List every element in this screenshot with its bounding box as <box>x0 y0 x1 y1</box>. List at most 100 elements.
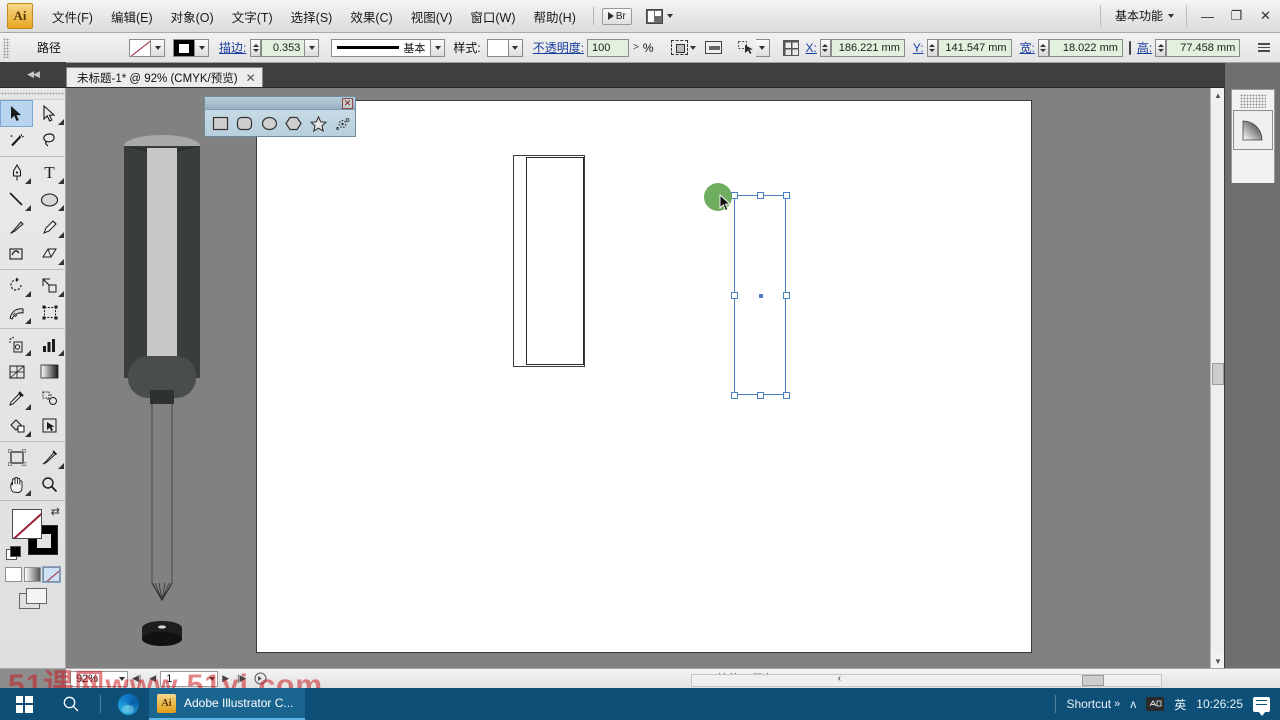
fill-swatch[interactable] <box>12 509 42 539</box>
fill-dropdown[interactable] <box>151 38 165 57</box>
hscrollbar-thumb[interactable] <box>1082 674 1105 686</box>
opacity-label[interactable]: 不透明度: <box>533 39 584 56</box>
opacity-input[interactable]: 100 <box>587 38 630 57</box>
x-input[interactable]: 186.221 mm <box>830 38 905 57</box>
artboard-nav-prev[interactable]: ◀ <box>145 673 160 684</box>
ellipse-tool[interactable] <box>33 186 66 213</box>
pencil-tool[interactable] <box>33 213 66 240</box>
direct-selection-tool[interactable] <box>33 100 66 127</box>
close-icon[interactable]: ✕ <box>342 97 353 109</box>
width-input[interactable]: 18.022 mm <box>1048 38 1123 57</box>
toolbox-collapse-button[interactable]: ◀◀ <box>0 62 66 87</box>
opacity-slider-arrow[interactable]: > <box>633 42 639 53</box>
artboard[interactable] <box>256 100 1032 653</box>
height-stepper[interactable] <box>1155 38 1167 57</box>
menu-type[interactable]: 文字(T) <box>223 3 282 30</box>
y-stepper[interactable] <box>926 38 938 57</box>
hand-tool[interactable] <box>0 471 33 498</box>
menu-effect[interactable]: 效果(C) <box>341 3 401 30</box>
close-button[interactable]: ✕ <box>1251 5 1280 27</box>
document-tab[interactable]: 未标题-1* @ 92% (CMYK/预览) ✕ <box>66 67 263 87</box>
close-icon[interactable]: ✕ <box>246 71 256 85</box>
free-transform-tool[interactable] <box>33 299 66 326</box>
y-input[interactable]: 141.547 mm <box>937 38 1012 57</box>
canvas-horizontal-scrollbar[interactable] <box>691 673 1162 687</box>
rectangle-front[interactable] <box>526 157 584 365</box>
eyedropper-tool[interactable] <box>0 385 33 412</box>
go-to-bridge-button[interactable]: Br <box>601 7 632 25</box>
stroke-weight-label[interactable]: 描边: <box>219 39 246 56</box>
blend-tool[interactable] <box>33 385 66 412</box>
height-input[interactable]: 77.458 mm <box>1166 38 1241 57</box>
column-graph-tool[interactable] <box>33 331 66 358</box>
transform-panel-button[interactable] <box>782 39 800 57</box>
arrange-documents-button[interactable] <box>645 8 673 24</box>
scroll-down-icon[interactable]: ▼ <box>1211 654 1224 668</box>
control-bar-grip[interactable] <box>3 37 10 58</box>
width-warp-tool[interactable] <box>0 299 33 326</box>
screen-mode-button[interactable] <box>18 588 47 609</box>
isolate-dropdown[interactable] <box>755 38 770 57</box>
edge-button[interactable] <box>107 688 149 720</box>
menu-file[interactable]: 文件(F) <box>43 3 102 30</box>
chevron-down-icon[interactable] <box>689 45 696 50</box>
control-bar-menu-button[interactable] <box>1258 41 1274 55</box>
align-button[interactable] <box>704 39 724 57</box>
stroke-weight-input[interactable]: 0.353 <box>261 38 306 57</box>
type-tool[interactable]: T <box>33 159 66 186</box>
artboard-nav-last[interactable]: |▶ <box>233 673 250 684</box>
stroke-profile-dropdown[interactable] <box>431 38 446 57</box>
rectangle-tool[interactable] <box>208 111 233 136</box>
color-fill-button[interactable] <box>5 567 22 582</box>
restore-button[interactable]: ❐ <box>1222 5 1251 27</box>
slice-tool[interactable] <box>33 444 66 471</box>
lasso-tool[interactable] <box>33 127 66 154</box>
shortcut-tray-item[interactable]: Shortcut » <box>1066 697 1120 711</box>
magic-wand-tool[interactable] <box>0 127 33 154</box>
polygon-tool[interactable] <box>282 111 307 136</box>
isolate-group-button[interactable] <box>736 39 756 57</box>
minimize-button[interactable]: — <box>1193 5 1222 27</box>
shape-tools-palette[interactable]: ✕ <box>204 96 356 137</box>
x-stepper[interactable] <box>819 38 831 57</box>
workspace-switcher[interactable]: 基本功能 <box>1099 5 1187 27</box>
star-tool[interactable] <box>306 111 331 136</box>
pencil-illustration[interactable] <box>120 128 220 668</box>
ime-mode-icon[interactable] <box>1146 697 1165 711</box>
menu-help[interactable]: 帮助(H) <box>525 3 585 30</box>
scroll-up-icon[interactable]: ▲ <box>1211 88 1224 102</box>
gradient-fill-button[interactable] <box>24 567 41 582</box>
graphic-style-dropdown[interactable] <box>508 38 523 57</box>
gradient-panel-button[interactable] <box>1233 110 1273 150</box>
select-similar-button[interactable] <box>670 39 690 57</box>
lock-proportions-toggle[interactable] <box>1128 40 1131 55</box>
default-fill-stroke-icon[interactable] <box>6 546 21 560</box>
zoom-level-combobox[interactable]: 92% <box>70 670 128 687</box>
fill-color-swatch[interactable] <box>129 38 151 57</box>
artboard-number-combobox[interactable]: 1 <box>160 670 219 687</box>
stroke-color-swatch[interactable] <box>173 38 195 57</box>
selection-tool[interactable] <box>0 100 33 127</box>
artboard-nav-menu-icon[interactable] <box>250 672 271 685</box>
status-collapse-arrow[interactable]: ‹ <box>838 673 841 684</box>
taskbar-app-illustrator[interactable]: Ai Adobe Illustrator C... <box>149 688 306 720</box>
palette-title-bar[interactable]: ✕ <box>205 97 355 110</box>
artboard-nav-first[interactable]: ◀| <box>128 673 145 684</box>
rotate-tool[interactable] <box>0 272 33 299</box>
menu-view[interactable]: 视图(V) <box>402 3 462 30</box>
swap-fill-stroke-icon[interactable]: ⇄ <box>51 505 60 518</box>
live-paint-bucket-tool[interactable] <box>0 412 33 439</box>
ime-language-label[interactable]: 英 <box>1174 696 1186 713</box>
start-button[interactable] <box>0 688 48 720</box>
artboard-tool[interactable] <box>0 444 33 471</box>
canvas-vertical-scrollbar[interactable]: ▲ ▼ <box>1210 88 1224 668</box>
scrollbar-thumb[interactable] <box>1212 363 1224 385</box>
canvas-area[interactable]: ▲ ▼ <box>66 88 1224 668</box>
no-fill-button[interactable] <box>43 567 60 582</box>
stroke-profile-preview[interactable]: 基本 <box>331 38 432 57</box>
rounded-rectangle-tool[interactable] <box>233 111 258 136</box>
paintbrush-tool[interactable] <box>0 213 33 240</box>
graphic-style-swatch[interactable] <box>486 38 509 57</box>
blob-brush-tool[interactable] <box>0 240 33 267</box>
menu-edit[interactable]: 编辑(E) <box>102 3 162 30</box>
